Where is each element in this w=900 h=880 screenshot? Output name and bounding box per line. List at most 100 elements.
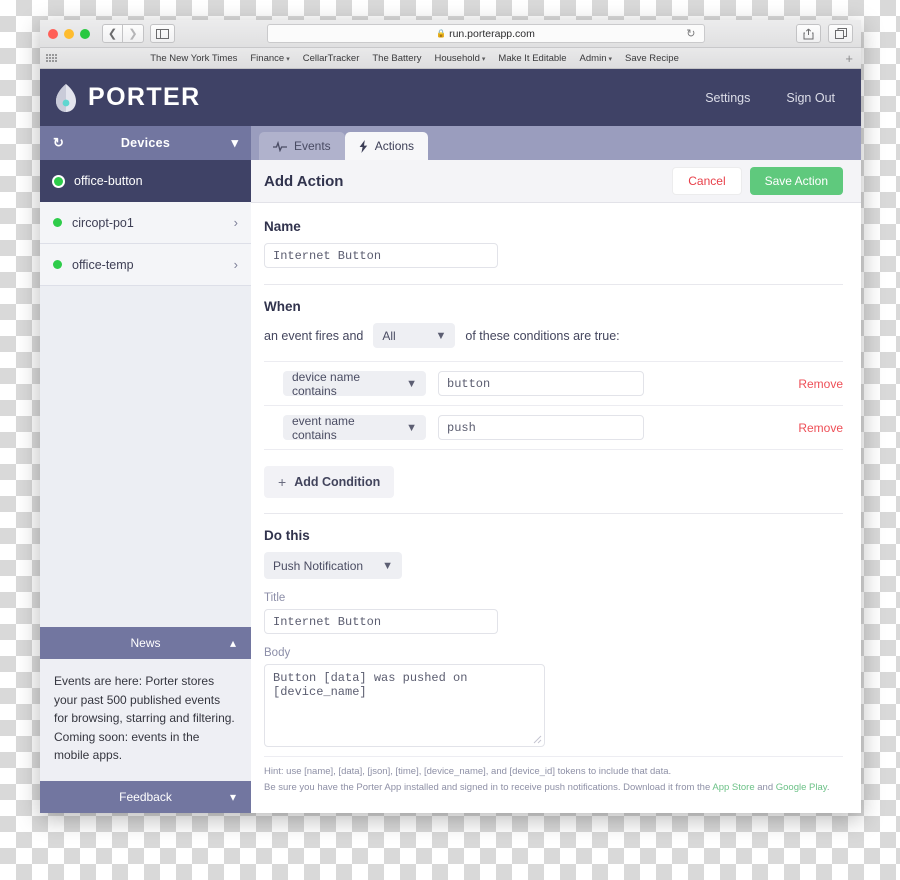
device-name-label: office-button	[74, 174, 143, 188]
resize-handle-icon[interactable]	[533, 735, 542, 744]
chevron-right-icon: ›	[233, 257, 238, 272]
when-prefix-text: an event fires and	[264, 328, 364, 343]
sidebar-item-office-button[interactable]: office-button	[40, 160, 251, 202]
feedback-title: Feedback	[119, 790, 172, 804]
back-icon[interactable]: ❮	[102, 24, 123, 43]
bookmark-item[interactable]: Household ▾	[434, 53, 485, 64]
devices-title: Devices	[120, 136, 171, 150]
chevron-down-icon: ▼	[406, 377, 417, 390]
devices-sidebar: ↻ Devices ▾ office-button circopt-po1 › …	[40, 126, 251, 813]
remove-condition-link[interactable]: Remove	[798, 377, 843, 391]
name-input[interactable]: Internet Button	[264, 243, 498, 268]
when-suffix-text: of these conditions are true:	[465, 328, 620, 343]
add-condition-label: Add Condition	[294, 475, 381, 489]
tabs-icon[interactable]	[828, 24, 853, 43]
notification-body-textarea[interactable]: Button [data] was pushed on [device_name…	[264, 664, 545, 747]
maximize-window-button[interactable]	[80, 28, 90, 39]
bookmarks-bar: The New York Times Finance ▾ CellarTracke…	[40, 48, 861, 69]
chevron-down-icon[interactable]: ▾	[224, 135, 238, 151]
google-play-link[interactable]: Google Play	[776, 782, 827, 793]
bookmark-item[interactable]: Admin ▾	[580, 53, 612, 64]
bookmarks-grid-icon[interactable]	[46, 53, 57, 63]
action-type-select[interactable]: Push Notification ▼	[264, 552, 402, 579]
chevron-down-icon: ▾	[481, 55, 486, 63]
bookmark-label: Make It Editable	[498, 52, 567, 64]
chevron-down-icon: ▼	[406, 421, 417, 434]
minimize-window-button[interactable]	[64, 28, 74, 39]
new-tab-button[interactable]: +	[845, 51, 855, 66]
hint-line-2-post: .	[826, 781, 830, 793]
sidebar-icon[interactable]	[150, 24, 175, 43]
do-section-label: Do this	[264, 528, 310, 543]
porter-logo[interactable]: PORTER	[54, 83, 201, 113]
address-bar-area: ! 🔒 run.porterapp.com ↻	[191, 24, 780, 43]
page-title: Add Action	[264, 172, 344, 190]
refresh-icon[interactable]: ↻	[53, 135, 67, 151]
brand-name: PORTER	[88, 83, 201, 111]
devices-header[interactable]: ↻ Devices ▾	[40, 126, 251, 160]
bookmark-item[interactable]: The New York Times	[150, 53, 237, 64]
notification-body-text: Button [data] was pushed on [device_name…	[273, 671, 468, 699]
tab-bar: Events Actions	[251, 126, 861, 160]
save-action-button[interactable]: Save Action	[749, 167, 843, 195]
bookmark-item[interactable]: Finance ▾	[250, 53, 289, 64]
droplet-logo-icon	[56, 83, 76, 112]
remove-condition-link[interactable]: Remove	[798, 421, 843, 435]
condition-type-select[interactable]: device name contains ▼	[283, 369, 426, 398]
tab-label: Events	[294, 139, 331, 153]
bookmark-item[interactable]: CellarTracker	[303, 53, 360, 64]
hint-line-2: Be sure you have the Porter App installe…	[264, 780, 843, 796]
browser-window: ❮ ❯ ! 🔒 run.porterapp.com ↻	[40, 20, 861, 813]
condition-type-select[interactable]: event name contains ▼	[283, 413, 426, 442]
header-nav-links: Settings Sign Out	[705, 91, 835, 105]
bookmark-item[interactable]: The Battery	[372, 53, 421, 64]
chevron-down-icon: ▾	[286, 55, 290, 63]
when-section-label: When	[264, 299, 301, 314]
news-panel-header[interactable]: News ▴	[40, 627, 251, 660]
tab-actions[interactable]: Actions	[344, 132, 429, 160]
name-section-label: Name	[264, 219, 301, 234]
hint-line-2-pre: Be sure you have the Porter App installe…	[264, 781, 713, 793]
condition-value-input[interactable]: push	[438, 415, 644, 440]
forward-icon[interactable]: ❯	[123, 24, 144, 43]
app-store-link[interactable]: App Store	[712, 782, 754, 793]
body-field-label: Body	[264, 647, 291, 659]
chevron-up-icon[interactable]: ▴	[230, 636, 236, 650]
bookmark-label: Household	[434, 52, 480, 64]
bookmark-item[interactable]: Save Recipe	[625, 53, 679, 64]
cancel-button[interactable]: Cancel	[672, 167, 742, 195]
pulse-icon	[273, 140, 287, 152]
tab-events[interactable]: Events	[259, 132, 345, 160]
feedback-panel-header[interactable]: Feedback ▾	[40, 781, 251, 813]
sidebar-item-office-temp[interactable]: office-temp ›	[40, 244, 251, 286]
sidebar-item-circopt-po1[interactable]: circopt-po1 ›	[40, 202, 251, 244]
match-type-select[interactable]: All ▼	[373, 323, 456, 348]
condition-type-value: device name contains	[292, 369, 361, 398]
action-header: Add Action Cancel Save Action	[251, 160, 861, 203]
conditions-list: device name contains ▼ button Remove eve…	[264, 361, 843, 450]
bookmark-items: The New York Times Finance ▾ CellarTracke…	[150, 53, 679, 64]
bookmark-label: CellarTracker	[302, 52, 360, 64]
share-icon[interactable]	[796, 24, 821, 43]
notification-title-input[interactable]: Internet Button	[264, 609, 498, 634]
add-condition-button[interactable]: + Add Condition	[264, 466, 395, 498]
bookmark-label: The New York Times	[150, 52, 238, 64]
sign-out-link[interactable]: Sign Out	[786, 91, 835, 105]
news-title: News	[130, 636, 161, 651]
address-bar[interactable]: 🔒 run.porterapp.com ↻	[266, 24, 705, 43]
hint-text: Hint: use [name], [data], [json], [time]…	[264, 756, 843, 795]
condition-row: event name contains ▼ push Remove	[264, 406, 843, 450]
bookmark-label: Admin	[579, 52, 607, 64]
title-field-label: Title	[264, 592, 286, 604]
when-condition-row: an event fires and All ▼ of these condit…	[264, 323, 843, 348]
divider	[264, 513, 843, 514]
settings-link[interactable]: Settings	[705, 91, 750, 105]
close-window-button[interactable]	[48, 28, 58, 39]
main-content: Events Actions Add Action Cancel Save Ac…	[251, 126, 861, 813]
condition-type-value: event name contains	[292, 413, 355, 442]
browser-toolbar: ❮ ❯ ! 🔒 run.porterapp.com ↻	[40, 20, 861, 48]
chevron-down-icon[interactable]: ▾	[230, 790, 236, 804]
condition-value-input[interactable]: button	[438, 371, 644, 396]
reload-icon[interactable]: ↻	[686, 27, 695, 40]
bookmark-item[interactable]: Make It Editable	[498, 53, 566, 64]
